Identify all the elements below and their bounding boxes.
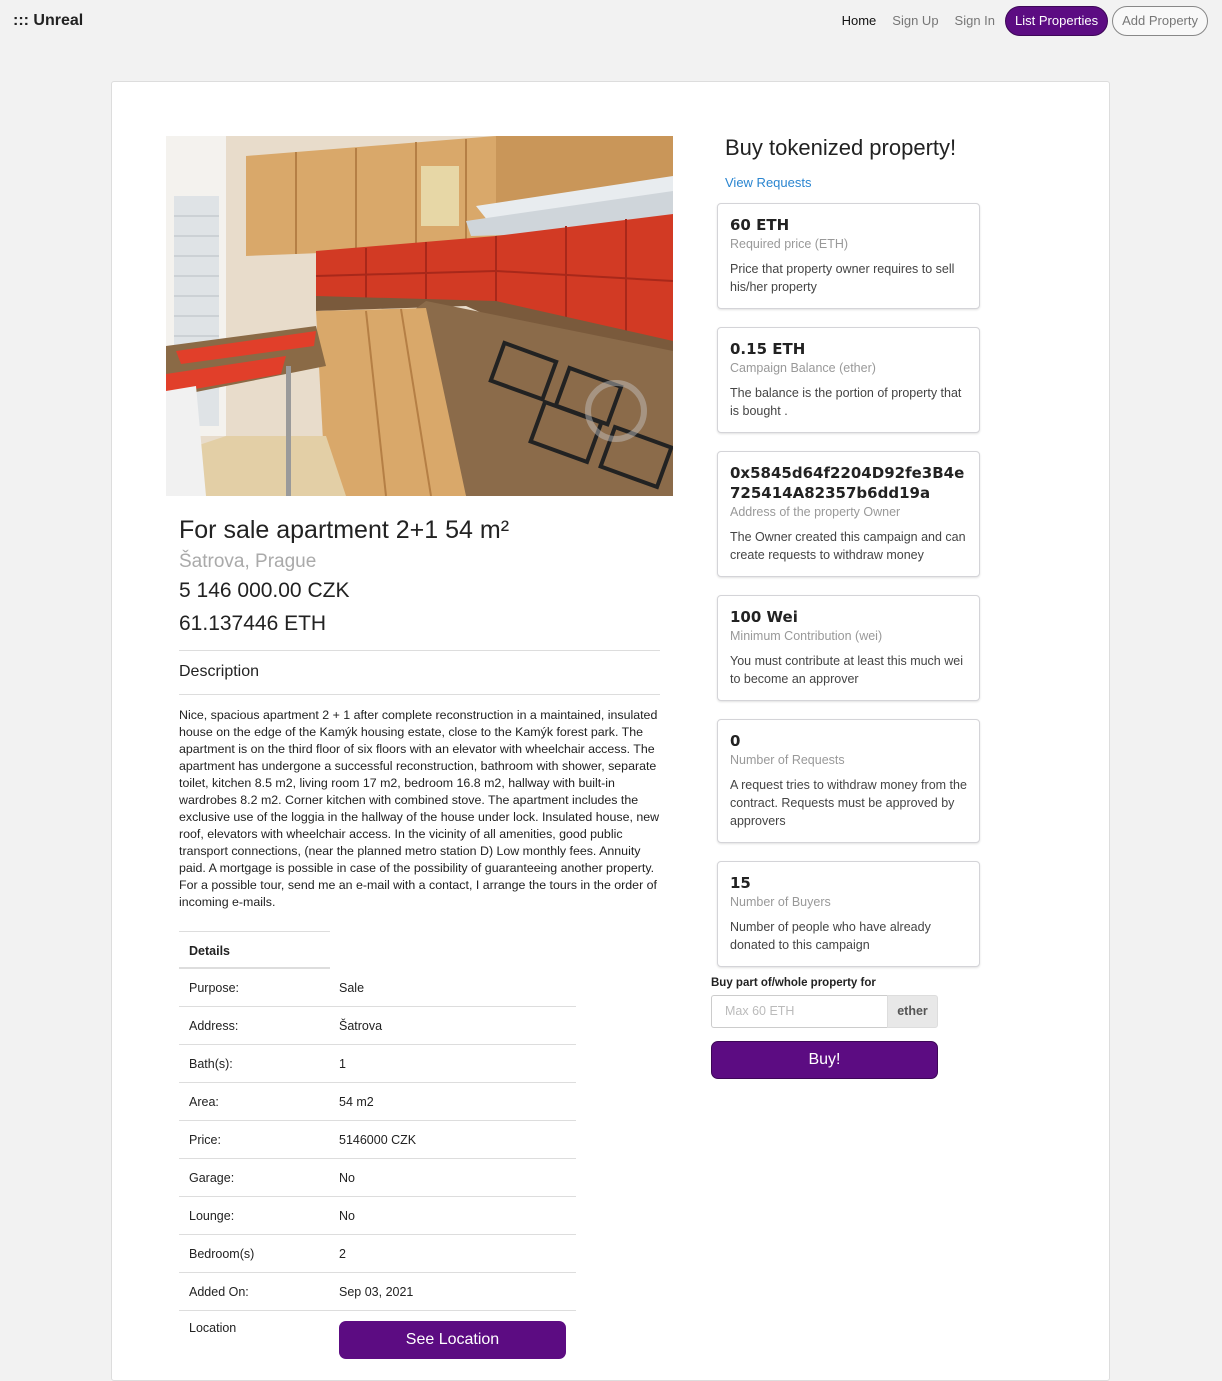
table-row: Price: 5146000 CZK bbox=[179, 1121, 576, 1159]
table-row: Purpose: Sale bbox=[179, 969, 576, 1007]
price-czk: 5 146 000.00 CZK bbox=[179, 579, 350, 602]
buy-button[interactable]: Buy! bbox=[711, 1041, 938, 1079]
property-title: For sale apartment 2+1 54 m² bbox=[179, 516, 510, 544]
nav-signin-link[interactable]: Sign In bbox=[947, 6, 1003, 36]
nav-home-link[interactable]: Home bbox=[834, 6, 885, 36]
add-property-button[interactable]: Add Property bbox=[1112, 6, 1208, 36]
stat-description: The balance is the portion of property t… bbox=[730, 386, 962, 418]
detail-value: No bbox=[339, 1208, 355, 1223]
property-card: For sale apartment 2+1 54 m² Šatrova, Pr… bbox=[111, 81, 1110, 1381]
stat-card: 100 Wei Minimum Contribution (wei) You mus… bbox=[717, 595, 980, 701]
stat-value: 0.15 ETH bbox=[730, 340, 806, 358]
buy-label: Buy part of/whole property for bbox=[711, 977, 876, 989]
stat-value: 60 ETH bbox=[730, 216, 790, 234]
detail-label: Purpose: bbox=[189, 980, 240, 995]
table-row: Area: 54 m2 bbox=[179, 1083, 576, 1121]
detail-label: Added On: bbox=[189, 1284, 249, 1299]
description-text: Nice, spacious apartment 2 + 1 after com… bbox=[179, 708, 660, 909]
stat-card: 0.15 ETH Campaign Balance (ether) The bala… bbox=[717, 327, 980, 433]
detail-value: Sep 03, 2021 bbox=[339, 1284, 414, 1299]
table-row: Added On: Sep 03, 2021 bbox=[179, 1273, 576, 1311]
nav-menu: Home Sign Up Sign In List Properties Add… bbox=[834, 6, 1208, 36]
stat-value: 100 Wei bbox=[730, 608, 798, 626]
property-photo bbox=[166, 136, 673, 496]
nav-signup-link[interactable]: Sign Up bbox=[884, 6, 946, 36]
detail-value: 1 bbox=[339, 1056, 346, 1071]
stat-value: 15 bbox=[730, 874, 751, 892]
stat-description: A request tries to withdraw money from t… bbox=[730, 778, 967, 828]
stat-description: Number of people who have already donate… bbox=[730, 920, 931, 952]
campaign-heading: Buy tokenized property! bbox=[725, 135, 957, 160]
detail-label: Area: bbox=[189, 1094, 219, 1109]
stat-card: 0 Number of Requests A request tries to wi… bbox=[717, 719, 980, 843]
stat-meta: Number of Buyers bbox=[730, 895, 831, 909]
detail-label: Lounge: bbox=[189, 1208, 235, 1223]
description-heading: Description bbox=[179, 663, 260, 680]
table-row: Lounge: No bbox=[179, 1197, 576, 1235]
stat-card: 60 ETH Required price (ETH) Price that pro… bbox=[717, 203, 980, 309]
table-row: Bedroom(s) 2 bbox=[179, 1235, 576, 1273]
stat-meta: Address of the property Owner bbox=[730, 505, 901, 519]
table-row: Garage: No bbox=[179, 1159, 576, 1197]
table-row: Address: Šatrova bbox=[179, 1007, 576, 1045]
detail-label: Garage: bbox=[189, 1170, 235, 1185]
stat-description: The Owner created this campaign and can … bbox=[730, 530, 966, 562]
detail-label: Bath(s): bbox=[189, 1056, 233, 1071]
list-properties-button[interactable]: List Properties bbox=[1005, 6, 1109, 36]
stat-value: 0x5845d64f2204D92fe3B4e725414A82357b6dd1… bbox=[730, 464, 965, 502]
stat-description: You must contribute at least this much w… bbox=[730, 654, 963, 686]
property-location: Šatrova, Prague bbox=[179, 551, 317, 572]
ether-unit-label: ether bbox=[887, 995, 938, 1028]
detail-label: Address: bbox=[189, 1018, 239, 1033]
detail-value: Sale bbox=[339, 980, 365, 995]
detail-label: Location bbox=[189, 1321, 237, 1335]
detail-label: Bedroom(s) bbox=[189, 1246, 255, 1261]
detail-value: 2 bbox=[339, 1246, 346, 1261]
stat-meta: Number of Requests bbox=[730, 753, 845, 767]
stat-description: Price that property owner requires to se… bbox=[730, 262, 955, 294]
divider bbox=[179, 650, 660, 651]
view-requests-link[interactable]: View Requests bbox=[725, 175, 811, 190]
stat-card: 15 Number of Buyers Number of people who h… bbox=[717, 861, 980, 967]
stat-meta: Minimum Contribution (wei) bbox=[730, 629, 883, 643]
stat-value: 0 bbox=[730, 732, 741, 750]
divider bbox=[179, 694, 660, 695]
detail-value: 5146000 CZK bbox=[339, 1132, 417, 1147]
detail-value: No bbox=[339, 1170, 355, 1185]
table-row: Bath(s): 1 bbox=[179, 1045, 576, 1083]
stat-meta: Campaign Balance (ether) bbox=[730, 361, 876, 375]
details-table: Details Purpose: Sale Address: Šatrova Bath(… bbox=[179, 931, 576, 1361]
buy-amount-input[interactable]: Max 60 ETH bbox=[711, 995, 887, 1028]
brand-logo[interactable]: ::: Unreal bbox=[13, 12, 83, 30]
detail-value: Šatrova bbox=[339, 1018, 383, 1033]
details-heading: Details bbox=[179, 931, 330, 969]
detail-value: 54 m2 bbox=[339, 1094, 374, 1109]
stat-meta: Required price (ETH) bbox=[730, 237, 849, 251]
stat-card: 0x5845d64f2204D92fe3B4e725414A82357b6dd1… bbox=[717, 451, 980, 577]
price-eth: 61.137446 ETH bbox=[179, 612, 327, 635]
detail-label: Price: bbox=[189, 1132, 221, 1147]
see-location-button[interactable]: See Location bbox=[339, 1321, 566, 1359]
top-navbar: ::: Unreal Home Sign Up Sign In List Pro… bbox=[0, 0, 1222, 42]
